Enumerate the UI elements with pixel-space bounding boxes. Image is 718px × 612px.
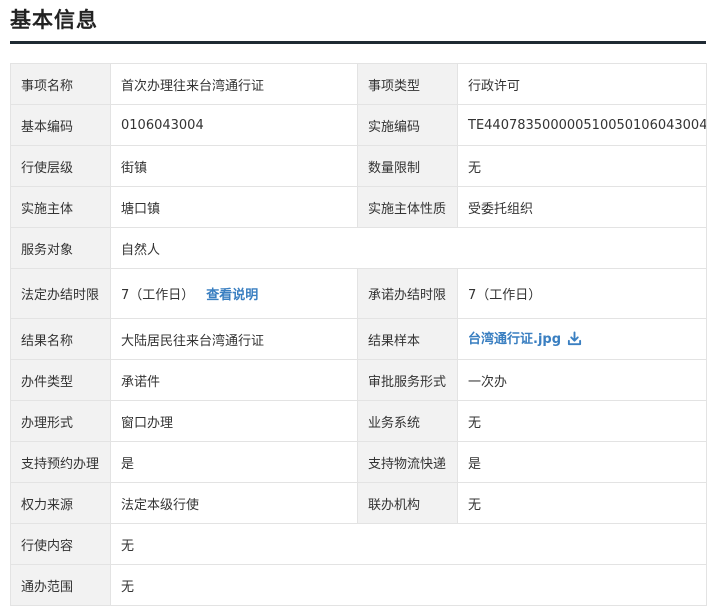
body-nature-label: 实施主体性质 [357,186,458,228]
universal-scope-value: 无 [110,564,707,606]
exercise-level-label: 行使层级 [10,145,111,187]
item-name-value: 首次办理往来台湾通行证 [110,63,358,105]
service-target-value: 自然人 [110,227,707,269]
implementing-body-label: 实施主体 [10,186,111,228]
power-source-label: 权力来源 [10,482,111,524]
business-system-label: 业务系统 [357,400,458,442]
implement-code-value: TE440783500000510050106043004 [457,104,707,146]
appointment-support-label: 支持预约办理 [10,441,111,483]
table-row: 服务对象 自然人 [10,227,707,269]
joint-agency-value: 无 [457,482,707,524]
promised-time-limit-value: 7（工作日） [457,268,707,319]
table-row: 行使内容 无 [10,523,707,565]
result-name-label: 结果名称 [10,318,111,360]
basic-info-table: 事项名称 首次办理往来台湾通行证 事项类型 行政许可 基本编码 01060430… [10,63,707,606]
view-explanation-link[interactable]: 查看说明 [206,288,258,303]
title-divider [10,41,706,44]
item-name-label: 事项名称 [10,63,111,105]
quantity-limit-label: 数量限制 [357,145,458,187]
logistics-support-label: 支持物流快递 [357,441,458,483]
case-type-label: 办件类型 [10,359,111,401]
exercise-level-value: 街镇 [110,145,358,187]
page: 基本信息 事项名称 首次办理往来台湾通行证 事项类型 行政许可 基本编码 010… [0,0,718,612]
table-row: 通办范围 无 [10,564,707,606]
legal-time-limit-value: 7（工作日） [121,288,195,303]
case-type-value: 承诺件 [110,359,358,401]
joint-agency-label: 联办机构 [357,482,458,524]
result-sample-link[interactable]: 台湾通行证.jpg [468,332,561,347]
implement-code-label: 实施编码 [357,104,458,146]
table-row: 基本编码 0106043004 实施编码 TE44078350000051005… [10,104,707,146]
legal-time-limit-label: 法定办结时限 [10,268,111,319]
table-row: 支持预约办理 是 支持物流快递 是 [10,441,707,483]
result-sample-cell: 台湾通行证.jpg [457,318,707,360]
table-row: 办理形式 窗口办理 业务系统 无 [10,400,707,442]
item-type-value: 行政许可 [457,63,707,105]
quantity-limit-value: 无 [457,145,707,187]
basic-code-label: 基本编码 [10,104,111,146]
table-row: 办件类型 承诺件 审批服务形式 一次办 [10,359,707,401]
body-nature-value: 受委托组织 [457,186,707,228]
exercise-content-label: 行使内容 [10,523,111,565]
basic-code-value: 0106043004 [110,104,358,146]
service-form-label: 审批服务形式 [357,359,458,401]
table-row: 事项名称 首次办理往来台湾通行证 事项类型 行政许可 [10,63,707,105]
logistics-support-value: 是 [457,441,707,483]
handling-form-value: 窗口办理 [110,400,358,442]
item-type-label: 事项类型 [357,63,458,105]
table-row: 实施主体 塘口镇 实施主体性质 受委托组织 [10,186,707,228]
page-title: 基本信息 [10,8,98,32]
exercise-content-value: 无 [110,523,707,565]
table-row: 权力来源 法定本级行使 联办机构 无 [10,482,707,524]
table-row: 结果名称 大陆居民往来台湾通行证 结果样本 台湾通行证.jpg [10,318,707,360]
table-row: 行使层级 街镇 数量限制 无 [10,145,707,187]
download-icon[interactable] [567,331,582,350]
result-name-value: 大陆居民往来台湾通行证 [110,318,358,360]
promised-time-limit-label: 承诺办结时限 [357,268,458,319]
implementing-body-value: 塘口镇 [110,186,358,228]
power-source-value: 法定本级行使 [110,482,358,524]
universal-scope-label: 通办范围 [10,564,111,606]
appointment-support-value: 是 [110,441,358,483]
service-target-label: 服务对象 [10,227,111,269]
table-row: 法定办结时限 7（工作日） 查看说明 承诺办结时限 7（工作日） [10,268,707,319]
handling-form-label: 办理形式 [10,400,111,442]
result-sample-label: 结果样本 [357,318,458,360]
service-form-value: 一次办 [457,359,707,401]
legal-time-limit-cell: 7（工作日） 查看说明 [110,268,358,319]
business-system-value: 无 [457,400,707,442]
